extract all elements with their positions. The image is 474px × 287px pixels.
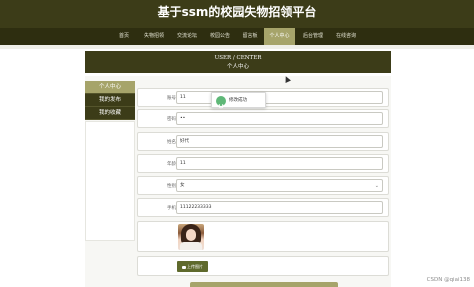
submit-button[interactable] (190, 282, 338, 287)
sidebar-panel (85, 121, 135, 241)
page-header-zh: 个人中心 (226, 64, 249, 70)
page-header-en: USER / CENTER (214, 55, 262, 61)
main-nav: 首页 失物招领 交流论坛 校园公告 留言板 个人中心 后台管理 在线咨询 (0, 28, 474, 45)
toast-text: 修改成功 (229, 98, 247, 103)
nav-item-home[interactable]: 首页 (112, 28, 136, 45)
form-row-name: 姓名 好代 (137, 132, 389, 151)
upload-row: 上传图片 (137, 256, 389, 276)
nav-item-admin[interactable]: 后台管理 (298, 28, 328, 45)
form-row-gender: 性别 女 ⌄ (137, 176, 389, 195)
password-label: 密码 (167, 117, 176, 122)
sidebar-item-my-posts[interactable]: 我的发布 (85, 94, 135, 107)
nav-item-online-consult[interactable]: 在线咨询 (331, 28, 361, 45)
age-label: 年龄 (167, 162, 176, 167)
nav-item-message-board[interactable]: 留言板 (238, 28, 262, 45)
smile-icon (216, 96, 226, 109)
phone-input[interactable]: 11122233333 (176, 201, 383, 214)
gender-select[interactable]: 女 ⌄ (176, 179, 383, 192)
form-row-password: 密码 •• (137, 109, 389, 128)
nav-item-forum[interactable]: 交流论坛 (172, 28, 202, 45)
account-input[interactable]: 11 (176, 91, 383, 104)
avatar (178, 224, 204, 250)
nav-divider (0, 45, 474, 49)
site-title: 基于ssm的校园失物招领平台 (157, 5, 317, 19)
sidebar-item-my-favorites[interactable]: 我的收藏 (85, 107, 135, 120)
password-input[interactable]: •• (176, 112, 383, 125)
sidebar-item-user-center[interactable]: 个人中心 (85, 81, 135, 94)
watermark: CSDN @qiai138 (426, 277, 470, 283)
name-input[interactable]: 好代 (176, 135, 383, 148)
nav-item-user-center[interactable]: 个人中心 (264, 28, 295, 45)
form-row-age: 年龄 11 (137, 154, 389, 173)
upload-label: 上传图片 (187, 264, 203, 269)
gender-value: 女 (180, 183, 185, 188)
age-input[interactable]: 11 (176, 157, 383, 170)
nav-item-announcements[interactable]: 校园公告 (205, 28, 235, 45)
gender-label: 性别 (167, 184, 176, 189)
upload-image-button[interactable]: 上传图片 (177, 261, 208, 272)
camera-icon (182, 265, 186, 269)
form-row-phone: 手机 11122233333 (137, 198, 389, 217)
page-header: USER / CENTER 个人中心 (85, 51, 391, 73)
chevron-down-icon: ⌄ (374, 183, 379, 189)
avatar-row (137, 221, 389, 252)
sidebar: 个人中心 我的发布 我的收藏 (85, 81, 135, 120)
nav-item-lost-found[interactable]: 失物招领 (139, 28, 169, 45)
account-label: 账号 (167, 96, 176, 101)
phone-label: 手机 (167, 206, 176, 211)
success-toast: 修改成功 (211, 92, 266, 109)
top-header: 基于ssm的校园失物招领平台 (0, 0, 474, 28)
name-label: 姓名 (167, 140, 176, 145)
